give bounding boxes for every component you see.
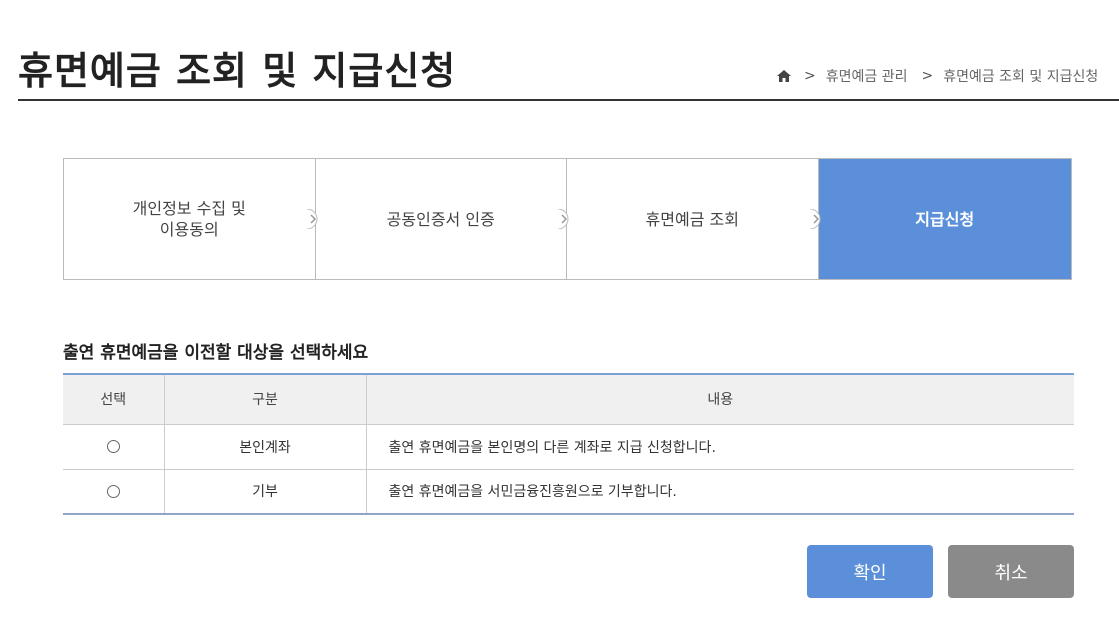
description-cell: 출연 휴면예금을 본인명의 다른 계좌로 지급 신청합니다. <box>366 424 1074 470</box>
step-progress: 개인정보 수집 및 이용동의 공동인증서 인증 휴면예금 조회 지급신청 <box>63 158 1072 280</box>
home-icon[interactable] <box>776 69 792 83</box>
step-certificate-auth: 공동인증서 인증 <box>316 159 569 279</box>
page-title: 휴면예금 조회 및 지급신청 <box>18 49 457 93</box>
radio-donation[interactable] <box>106 484 120 498</box>
chevron-right-icon <box>306 209 317 229</box>
category-cell: 본인계좌 <box>164 424 367 470</box>
chevron-right-icon <box>809 209 820 229</box>
confirm-button[interactable]: 확인 <box>807 545 933 598</box>
transfer-target-table: 선택 구분 내용 본인계좌 출연 휴면예금을 본인명의 다른 계좌로 지급 신청… <box>63 373 1074 515</box>
section-title: 출연 휴면예금을 이전할 대상을 선택하세요 <box>63 343 369 363</box>
step-label: 지급신청 <box>915 209 975 229</box>
header-divider <box>18 99 1119 101</box>
step-payment-request: 지급신청 <box>818 159 1071 279</box>
table-row[interactable]: 기부 출연 휴면예금을 서민금융진흥원으로 기부합니다. <box>63 469 1074 515</box>
breadcrumb-item-current[interactable]: 휴면예금 조회 및 지급신청 <box>943 66 1098 86</box>
column-header-category: 구분 <box>164 374 367 425</box>
chevron-right-icon <box>557 209 569 229</box>
breadcrumb-separator: > <box>804 68 816 84</box>
description-cell: 출연 휴면예금을 서민금융진흥원으로 기부합니다. <box>366 469 1074 515</box>
cancel-button[interactable]: 취소 <box>948 545 1074 598</box>
column-header-select: 선택 <box>63 374 165 425</box>
breadcrumb-separator: > <box>921 68 934 84</box>
select-cell <box>63 469 165 515</box>
table-row[interactable]: 본인계좌 출연 휴면예금을 본인명의 다른 계좌로 지급 신청합니다. <box>63 424 1074 470</box>
step-label: 공동인증서 인증 <box>386 209 495 229</box>
table-header-row: 선택 구분 내용 <box>63 374 1074 425</box>
step-label: 휴면예금 조회 <box>645 209 739 229</box>
step-label: 개인정보 수집 및 <box>132 199 246 218</box>
breadcrumb: > 휴면예금 관리 > 휴면예금 조회 및 지급신청 <box>776 66 1112 86</box>
breadcrumb-item-dormant-management[interactable]: 휴면예금 관리 <box>826 66 908 86</box>
step-label: 이용동의 <box>159 220 219 239</box>
step-privacy-consent: 개인정보 수집 및 이용동의 <box>64 159 317 279</box>
step-dormant-inquiry: 휴면예금 조회 <box>567 159 820 279</box>
category-cell: 기부 <box>164 469 367 515</box>
radio-own-account[interactable] <box>106 440 120 453</box>
column-header-content: 내용 <box>366 374 1074 425</box>
select-cell <box>63 424 165 470</box>
